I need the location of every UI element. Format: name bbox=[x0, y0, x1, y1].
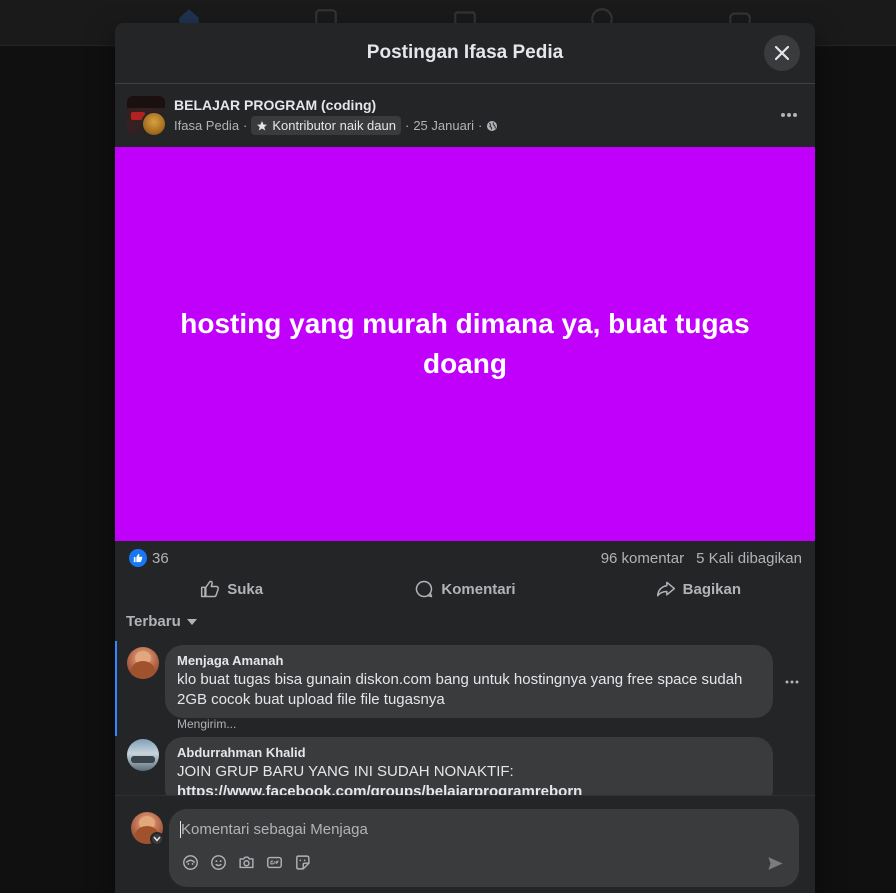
globe-icon bbox=[487, 120, 498, 131]
author-name-link[interactable]: Ifasa Pedia bbox=[174, 118, 239, 133]
gif-button[interactable] bbox=[265, 853, 283, 871]
engagement-stats: 96 komentar 5 Kali dibagikan bbox=[601, 550, 802, 567]
like-button-label: Suka bbox=[227, 580, 264, 598]
comment-item: Menjaga Amanah klo buat tugas bisa gunai… bbox=[115, 641, 815, 736]
photo-button[interactable] bbox=[237, 853, 255, 871]
share-button-label: Bagikan bbox=[682, 580, 741, 598]
meta-separator: · bbox=[478, 118, 483, 133]
comment-text: klo buat tugas bisa gunain diskon.com ba… bbox=[177, 671, 743, 708]
post-stats: 36 96 komentar 5 Kali dibagikan bbox=[115, 541, 815, 575]
star-icon bbox=[257, 120, 268, 130]
post-header: BELAJAR PROGRAM (coding) Ifasa Pedia · K… bbox=[115, 85, 815, 147]
avatar-sticker-icon bbox=[182, 854, 198, 870]
emoji-icon bbox=[210, 854, 226, 870]
post-background: hosting yang murah dimana ya, buat tugas… bbox=[115, 147, 815, 541]
comments-count-link[interactable]: 96 komentar bbox=[601, 550, 684, 567]
comment-bubble: Menjaga Amanah klo buat tugas bisa gunai… bbox=[165, 645, 773, 718]
sticker-icon bbox=[295, 854, 310, 870]
text-caret bbox=[180, 821, 181, 838]
comment-bubble: Abdurrahman Khalid JOIN GRUP BARU YANG I… bbox=[165, 737, 773, 796]
share-icon bbox=[656, 581, 675, 597]
comment-sending-status: Mengirim... bbox=[177, 717, 237, 731]
send-comment-button[interactable] bbox=[765, 853, 785, 873]
close-icon bbox=[774, 45, 790, 61]
reaction-count[interactable]: 36 bbox=[152, 550, 169, 567]
comment-list: Menjaga Amanah klo buat tugas bisa gunai… bbox=[115, 641, 815, 796]
commenter-name-link[interactable]: Menjaga Amanah bbox=[177, 653, 761, 668]
meta-separator: · bbox=[404, 118, 410, 133]
post-options-button[interactable] bbox=[777, 103, 801, 127]
emoji-button[interactable] bbox=[209, 853, 227, 871]
commenter-avatar[interactable] bbox=[127, 647, 159, 679]
comment-button[interactable]: Komentari bbox=[348, 573, 581, 605]
group-name-link[interactable]: BELAJAR PROGRAM (coding) bbox=[174, 97, 376, 113]
comment-composer bbox=[115, 795, 815, 893]
gif-icon bbox=[266, 856, 282, 868]
chevron-down-icon bbox=[153, 836, 161, 842]
profile-switch-button[interactable] bbox=[150, 832, 164, 846]
close-button[interactable] bbox=[764, 35, 800, 71]
share-button[interactable]: Bagikan bbox=[582, 573, 815, 605]
author-avatar[interactable] bbox=[141, 111, 167, 137]
more-horizontal-icon bbox=[781, 113, 797, 117]
avatar-sticker-button[interactable] bbox=[181, 853, 199, 871]
like-button[interactable]: Suka bbox=[115, 573, 348, 605]
comment-button-label: Komentari bbox=[441, 580, 516, 598]
shares-count-link[interactable]: 5 Kali dibagikan bbox=[696, 550, 802, 567]
comment-sort-dropdown[interactable]: Terbaru bbox=[126, 613, 197, 630]
comment-box bbox=[169, 809, 799, 887]
post-modal: Postingan Ifasa Pedia BELAJAR PROGRAM (c… bbox=[115, 23, 815, 893]
post-date-link[interactable]: 25 Januari bbox=[413, 118, 474, 133]
comment-text: JOIN GRUP BARU YANG INI SUDAH NONAKTIF: bbox=[177, 763, 514, 780]
contributor-badge[interactable]: Kontributor naik daun bbox=[251, 116, 401, 135]
send-icon bbox=[767, 856, 783, 870]
comment-input[interactable] bbox=[181, 817, 781, 841]
post-action-bar: Suka Komentari Bagikan bbox=[115, 573, 815, 605]
modal-header: Postingan Ifasa Pedia bbox=[115, 23, 815, 84]
thumbs-up-icon bbox=[201, 580, 220, 598]
comment-item: Abdurrahman Khalid JOIN GRUP BARU YANG I… bbox=[115, 733, 815, 796]
comment-options-button[interactable] bbox=[781, 671, 803, 693]
comment-url-link[interactable]: https://www.facebook.com/groups/belajarp… bbox=[177, 782, 761, 796]
meta-separator: · bbox=[243, 118, 248, 133]
camera-icon bbox=[238, 855, 254, 868]
comment-sort-label: Terbaru bbox=[126, 613, 181, 630]
post-text: hosting yang murah dimana ya, buat tugas… bbox=[180, 308, 750, 379]
comment-icon bbox=[416, 580, 433, 598]
caret-down-icon bbox=[186, 618, 197, 625]
post-meta: Ifasa Pedia · Kontributor naik daun · 25… bbox=[174, 116, 498, 135]
modal-title: Postingan Ifasa Pedia bbox=[366, 42, 564, 63]
contributor-badge-label: Kontributor naik daun bbox=[272, 118, 396, 133]
composer-tools bbox=[181, 853, 311, 871]
more-horizontal-icon bbox=[785, 680, 799, 684]
like-reaction-icon[interactable] bbox=[129, 549, 147, 567]
commenter-avatar[interactable] bbox=[127, 739, 159, 771]
commenter-name-link[interactable]: Abdurrahman Khalid bbox=[177, 745, 761, 760]
sticker-button[interactable] bbox=[293, 853, 311, 871]
